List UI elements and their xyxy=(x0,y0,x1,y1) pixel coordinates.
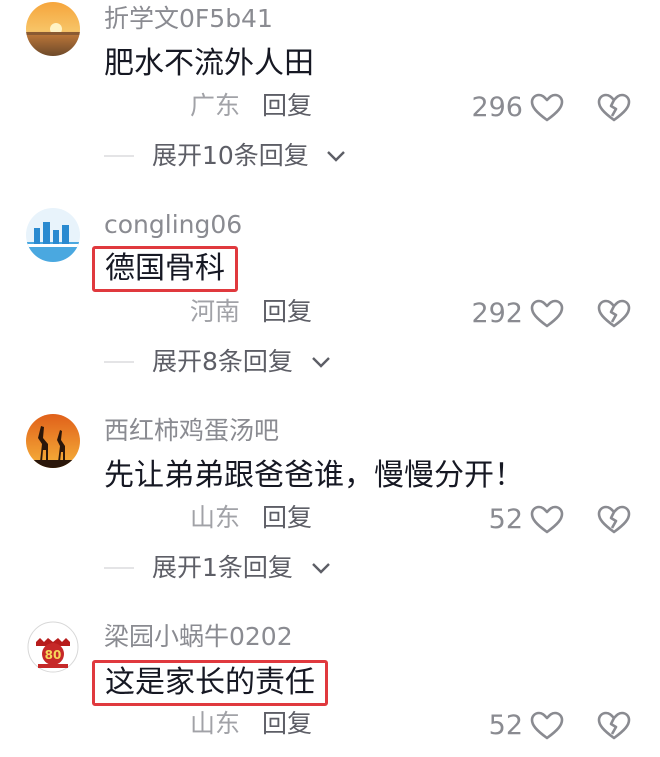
divider xyxy=(104,155,134,157)
heart-outline-icon[interactable] xyxy=(530,93,564,123)
avatar[interactable] xyxy=(26,414,80,468)
heart-outline-icon[interactable] xyxy=(530,299,564,329)
reply-button[interactable]: 回复 xyxy=(262,502,312,534)
location-label: 山东 xyxy=(190,709,241,738)
badge-80-avatar-image: 80 xyxy=(26,620,80,674)
like-count: 52 xyxy=(488,710,523,741)
avatar[interactable] xyxy=(26,208,80,262)
expand-replies-button[interactable]: 展开1条回复 xyxy=(104,552,364,584)
avatar[interactable] xyxy=(26,2,80,56)
expand-replies-label: 展开8条回复 xyxy=(152,347,293,376)
reply-button[interactable]: 回复 xyxy=(262,296,312,328)
expand-replies-button[interactable]: 展开8条回复 xyxy=(104,346,364,378)
like-count: 296 xyxy=(471,92,523,123)
heart-outline-icon[interactable] xyxy=(530,711,564,741)
broken-heart-icon[interactable] xyxy=(597,299,631,329)
city-skyline-avatar-image xyxy=(26,208,80,262)
badge-number: 80 xyxy=(45,648,62,662)
like-count: 52 xyxy=(488,504,523,535)
broken-heart-icon[interactable] xyxy=(597,711,631,741)
location-label: 山东 xyxy=(190,503,241,532)
avatar[interactable]: 80 xyxy=(26,620,80,674)
giraffe-sunset-avatar-image xyxy=(26,414,80,468)
comment-text[interactable]: 德国骨科 xyxy=(92,246,238,292)
comment-text[interactable]: 肥水不流外人田 xyxy=(104,44,314,84)
sunset-avatar-image xyxy=(26,2,80,56)
heart-outline-icon[interactable] xyxy=(530,505,564,535)
chevron-down-icon xyxy=(312,357,330,368)
divider xyxy=(104,567,134,569)
location-label: 广东 xyxy=(190,91,241,120)
reply-button[interactable]: 回复 xyxy=(262,90,312,122)
comment-text[interactable]: 先让弟弟跟爸爸谁，慢慢分开！ xyxy=(104,456,524,496)
divider xyxy=(104,361,134,363)
reply-button[interactable]: 回复 xyxy=(262,708,312,740)
expand-replies-label: 展开10条回复 xyxy=(152,141,309,170)
comment-text[interactable]: 这是家长的责任 xyxy=(92,660,328,706)
location-label: 河南 xyxy=(190,297,241,326)
like-count: 292 xyxy=(471,298,523,329)
username[interactable]: 西红柿鸡蛋汤吧 xyxy=(104,416,279,446)
username[interactable]: 梁园小蜗牛0202 xyxy=(104,622,293,652)
username[interactable]: 折学文0F5b41 xyxy=(104,4,273,34)
broken-heart-icon[interactable] xyxy=(597,505,631,535)
username[interactable]: congling06 xyxy=(104,210,242,240)
expand-replies-button[interactable]: 展开10条回复 xyxy=(104,140,364,172)
broken-heart-icon[interactable] xyxy=(597,93,631,123)
chevron-down-icon xyxy=(327,151,345,162)
chevron-down-icon xyxy=(312,563,330,574)
expand-replies-label: 展开1条回复 xyxy=(152,553,293,582)
